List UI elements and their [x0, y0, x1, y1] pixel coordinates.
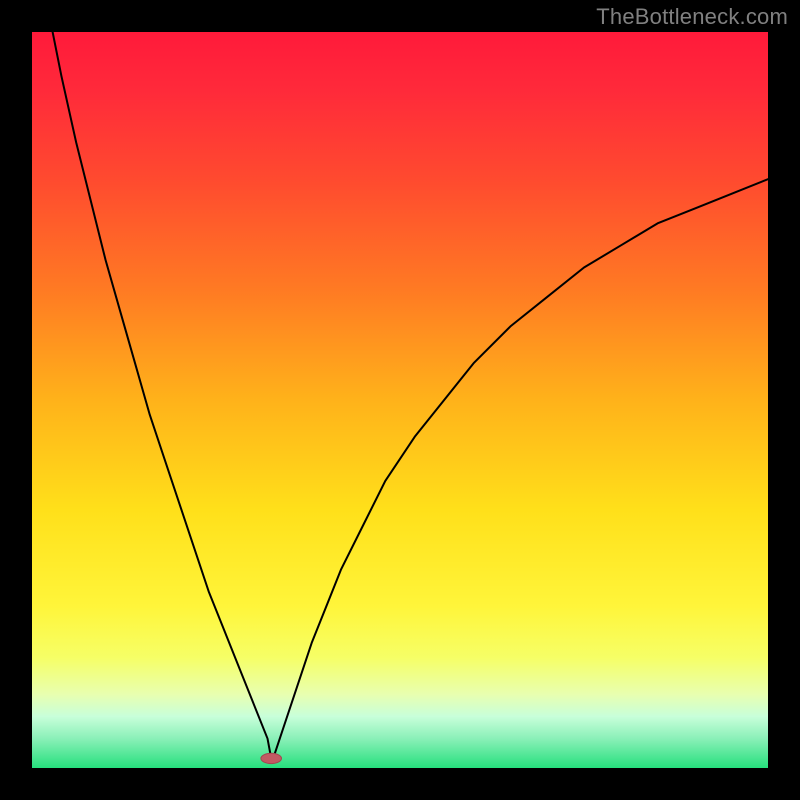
watermark-text: TheBottleneck.com [596, 4, 788, 30]
bottleneck-chart [32, 32, 768, 768]
chart-background [32, 32, 768, 768]
plot-frame [32, 32, 768, 768]
optimum-marker [261, 753, 282, 763]
